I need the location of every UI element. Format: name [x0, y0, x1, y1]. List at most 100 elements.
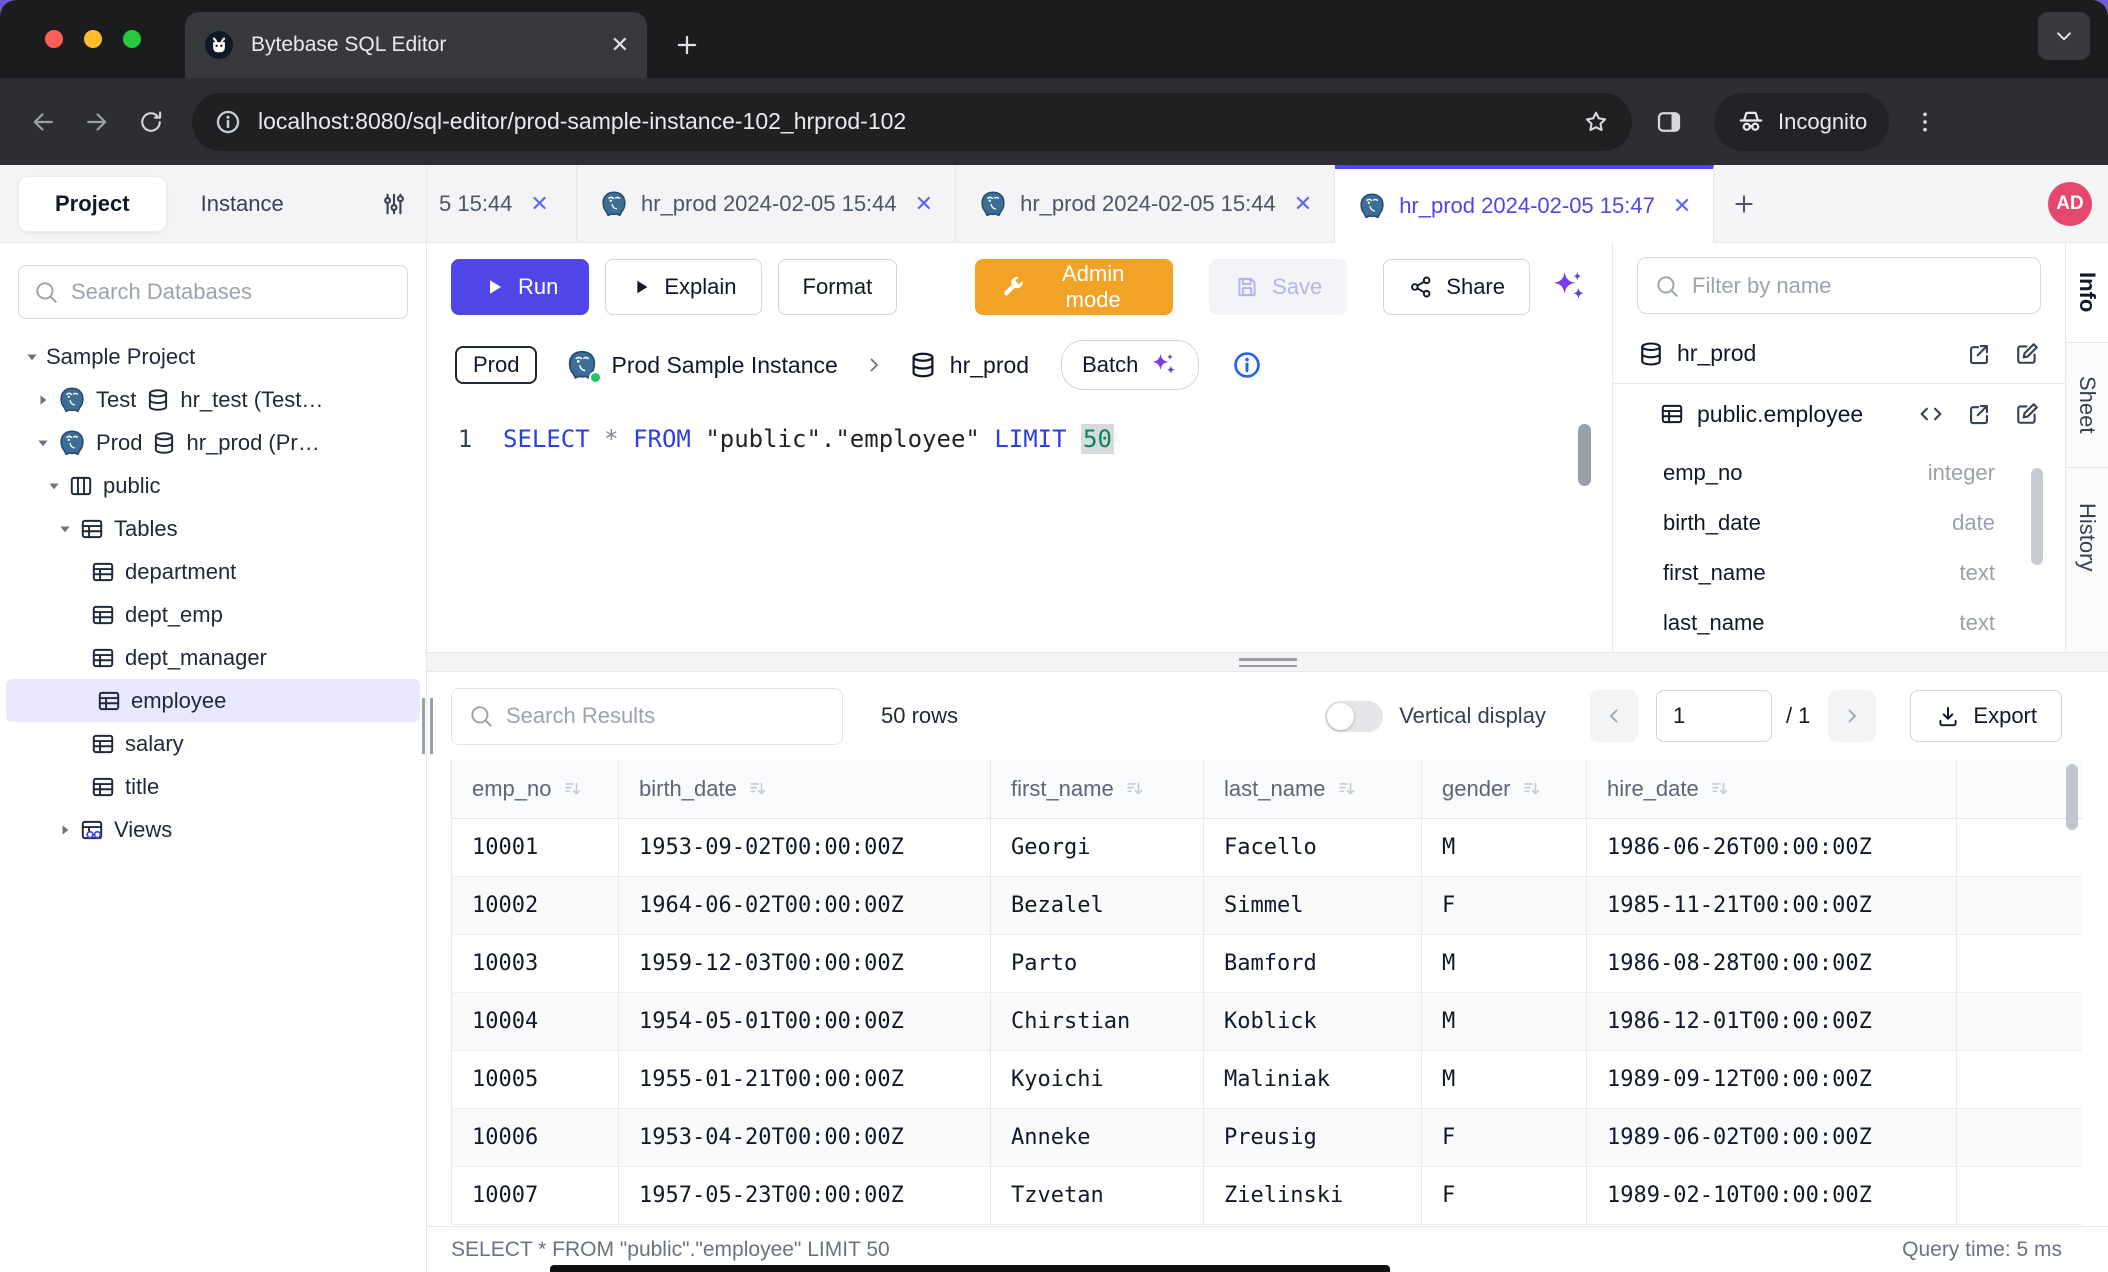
- address-bar[interactable]: localhost:8080/sql-editor/prod-sample-in…: [192, 93, 1632, 151]
- edit-icon[interactable]: [2013, 400, 2041, 428]
- tree-item-table-employee[interactable]: employee: [6, 679, 420, 722]
- column-header-emp_no[interactable]: emp_no: [452, 760, 619, 819]
- caret-right-icon[interactable]: [29, 390, 57, 410]
- column-header-last_name[interactable]: last_name: [1204, 760, 1422, 819]
- schema-database-row[interactable]: hr_prod: [1613, 324, 2065, 384]
- database-search[interactable]: [18, 265, 408, 319]
- tree-item-table-title[interactable]: title: [0, 765, 426, 808]
- schema-filter-input[interactable]: [1692, 273, 2024, 299]
- rail-tab-sheet[interactable]: Sheet: [2066, 343, 2108, 468]
- editor-tab-2[interactable]: hr_prod 2024-02-05 15:44✕: [956, 165, 1335, 242]
- tree-item-schema-public[interactable]: public: [0, 464, 426, 507]
- sidebar-settings-icon[interactable]: [380, 190, 408, 218]
- caret-down-icon[interactable]: [40, 476, 68, 496]
- tab-list-chevron-button[interactable]: [2038, 12, 2090, 60]
- tree-item-tables-group[interactable]: Tables: [0, 507, 426, 550]
- column-header-first_name[interactable]: first_name: [991, 760, 1204, 819]
- admin-mode-button[interactable]: Admin mode: [975, 259, 1173, 315]
- sort-icon[interactable]: [562, 778, 584, 800]
- tree-item-env-prod-hr-prod[interactable]: Prodhr_prod (Pr…: [0, 421, 426, 464]
- run-button[interactable]: Run: [451, 259, 589, 315]
- caret-down-icon[interactable]: [29, 433, 57, 453]
- sort-icon[interactable]: [1709, 778, 1731, 800]
- sort-icon[interactable]: [1124, 778, 1146, 800]
- browser-tab[interactable]: Bytebase SQL Editor ✕: [185, 12, 647, 78]
- tab-project[interactable]: Project: [18, 176, 167, 232]
- column-header-birth_date[interactable]: birth_date: [619, 760, 991, 819]
- tree-item-views-group[interactable]: Views: [0, 808, 426, 851]
- column-header-hire_date[interactable]: hire_date: [1587, 760, 1957, 819]
- tree-item-table-department[interactable]: department: [0, 550, 426, 593]
- edit-icon[interactable]: [2013, 340, 2041, 368]
- vertical-display-toggle[interactable]: [1325, 701, 1383, 732]
- batch-button[interactable]: Batch: [1061, 340, 1199, 390]
- bookmark-star-icon[interactable]: [1582, 108, 1610, 136]
- results-scrollbar[interactable]: [2066, 764, 2078, 830]
- prev-page-button[interactable]: [1590, 690, 1638, 742]
- export-button[interactable]: Export: [1910, 690, 2062, 742]
- close-tab-icon[interactable]: ✕: [915, 191, 933, 217]
- explain-button[interactable]: Explain: [605, 259, 761, 315]
- editor-tab-1[interactable]: hr_prod 2024-02-05 15:44✕: [577, 165, 956, 242]
- column-row-emp_no[interactable]: emp_nointeger: [1613, 448, 2065, 498]
- sidebar-resize-handle[interactable]: [422, 698, 433, 754]
- tree-item-table-salary[interactable]: salary: [0, 722, 426, 765]
- side-panel-icon[interactable]: [1654, 107, 1684, 137]
- site-info-icon[interactable]: [214, 108, 242, 136]
- rail-tab-info[interactable]: Info: [2066, 243, 2108, 343]
- caret-down-icon[interactable]: [51, 519, 79, 539]
- sql-editor[interactable]: 1 SELECT * FROM "public"."employee" LIMI…: [427, 400, 1612, 652]
- column-row-last_name[interactable]: last_nametext: [1613, 598, 2065, 648]
- external-link-icon[interactable]: [1965, 400, 1993, 428]
- format-button[interactable]: Format: [778, 259, 898, 315]
- database-search-input[interactable]: [71, 279, 393, 305]
- schema-table-row[interactable]: public.employee: [1613, 384, 2065, 444]
- results-search-input[interactable]: [506, 703, 826, 729]
- rail-tab-history[interactable]: History: [2066, 468, 2108, 606]
- tree-item-env-test-hr-test[interactable]: Testhr_test (Test…: [0, 378, 426, 421]
- back-icon[interactable]: [20, 99, 66, 145]
- close-tab-icon[interactable]: ✕: [1673, 193, 1691, 219]
- divider-drag-handle[interactable]: [1239, 658, 1297, 667]
- tree-item-table-dept-emp[interactable]: dept_emp: [0, 593, 426, 636]
- close-tab-icon[interactable]: ✕: [1294, 191, 1312, 217]
- column-header-gender[interactable]: gender: [1422, 760, 1587, 819]
- minimize-window-button[interactable]: [84, 30, 102, 48]
- sort-icon[interactable]: [1336, 778, 1358, 800]
- page-input[interactable]: [1656, 690, 1772, 742]
- browser-menu-icon[interactable]: [1911, 108, 1939, 136]
- ai-sparkles-icon[interactable]: [1548, 267, 1588, 307]
- external-link-icon[interactable]: [1965, 340, 1993, 368]
- tree-item-table-dept-manager[interactable]: dept_manager: [0, 636, 426, 679]
- user-avatar[interactable]: AD: [2048, 182, 2092, 226]
- database-name[interactable]: hr_prod: [950, 352, 1029, 379]
- info-icon[interactable]: [1231, 349, 1263, 381]
- schema-filter[interactable]: [1637, 257, 2041, 314]
- zoom-window-button[interactable]: [123, 30, 141, 48]
- column-row-first_name[interactable]: first_nametext: [1613, 548, 2065, 598]
- caret-down-icon[interactable]: [18, 347, 46, 367]
- editor-tab-0[interactable]: 5 15:44✕: [427, 165, 577, 242]
- panel-divider[interactable]: [427, 652, 2108, 672]
- close-window-button[interactable]: [45, 30, 63, 48]
- schema-scrollbar[interactable]: [2031, 468, 2043, 565]
- save-button[interactable]: Save: [1209, 259, 1347, 315]
- reload-icon[interactable]: [128, 99, 174, 145]
- sort-icon[interactable]: [1521, 778, 1543, 800]
- editor-scrollbar[interactable]: [1578, 424, 1591, 486]
- editor-tab-3[interactable]: hr_prod 2024-02-05 15:47✕: [1335, 165, 1714, 243]
- code-icon[interactable]: [1917, 400, 1945, 428]
- forward-icon[interactable]: [74, 99, 120, 145]
- close-tab-icon[interactable]: ✕: [530, 191, 548, 217]
- new-query-tab-button[interactable]: [1714, 165, 1774, 242]
- column-row-birth_date[interactable]: birth_datedate: [1613, 498, 2065, 548]
- new-tab-button[interactable]: [668, 26, 706, 64]
- caret-right-icon[interactable]: [51, 820, 79, 840]
- close-tab-icon[interactable]: ✕: [611, 32, 629, 58]
- next-page-button[interactable]: [1828, 690, 1876, 742]
- share-button[interactable]: Share: [1383, 259, 1530, 315]
- tab-instance[interactable]: Instance: [201, 191, 284, 217]
- tree-item-sample-project[interactable]: Sample Project: [0, 335, 426, 378]
- sort-icon[interactable]: [747, 778, 769, 800]
- results-search[interactable]: [451, 688, 843, 745]
